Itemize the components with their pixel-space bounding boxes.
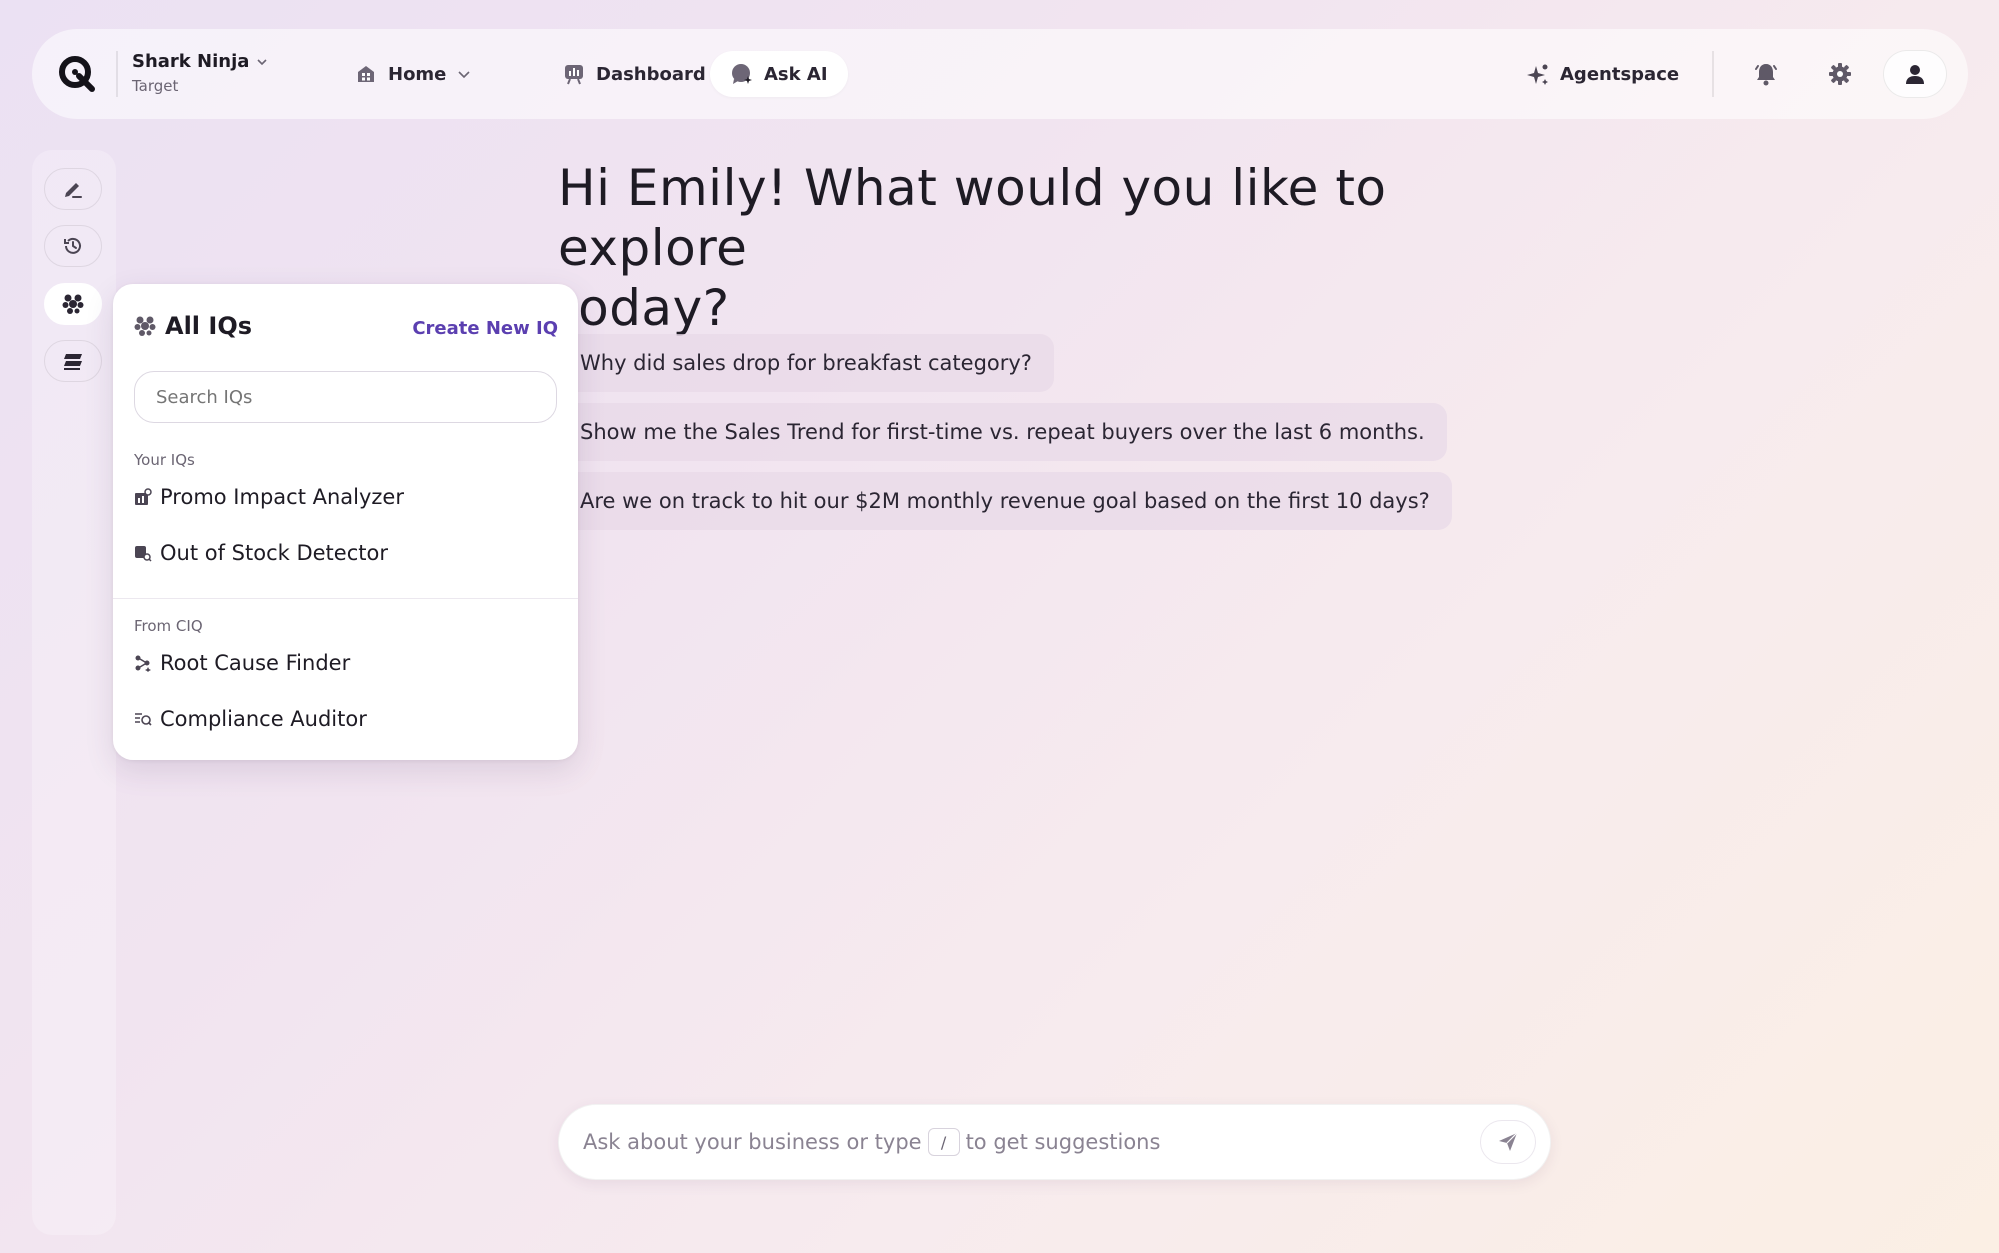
- pencil-icon: [65, 183, 82, 198]
- iq-item-promo-impact-analyzer[interactable]: Promo Impact Analyzer: [134, 485, 404, 509]
- your-iqs-heading: Your IQs: [134, 451, 195, 469]
- layers-icon: [64, 354, 82, 370]
- nav-dashboard[interactable]: Dashboard: [542, 51, 726, 97]
- slash-key-hint: /: [927, 1128, 960, 1156]
- iq-item-label: Out of Stock Detector: [160, 541, 388, 565]
- home-icon: [358, 66, 374, 82]
- page-title: Hi Emily! What would you like to explore…: [558, 158, 1458, 338]
- history-button[interactable]: [44, 225, 102, 267]
- create-new-iq-link[interactable]: Create New IQ: [412, 318, 558, 339]
- bell-icon: [1755, 64, 1777, 86]
- suggestion-chip[interactable]: Are we on track to hit our $2M monthly r…: [558, 472, 1452, 530]
- left-rail: [32, 150, 116, 1235]
- divider: [116, 51, 118, 97]
- agentspace-label: Agentspace: [1560, 63, 1680, 85]
- iq-item-label: Root Cause Finder: [160, 651, 351, 675]
- app-logo-icon[interactable]: [56, 53, 98, 95]
- profile-button[interactable]: [1883, 50, 1947, 98]
- new-chat-button[interactable]: [44, 168, 102, 210]
- iq-item-out-of-stock-detector[interactable]: Out of Stock Detector: [134, 541, 388, 565]
- history-icon: [64, 237, 81, 254]
- org-subtitle: Target: [132, 77, 179, 95]
- iqs-button[interactable]: [44, 283, 102, 325]
- gear-icon: [1829, 63, 1851, 85]
- divider: [113, 598, 578, 599]
- dashboard-icon: [565, 65, 583, 85]
- agentspace-button[interactable]: Agentspace: [1506, 51, 1699, 97]
- nav-ask-ai[interactable]: Ask AI: [710, 51, 848, 97]
- iq-item-root-cause-finder[interactable]: Root Cause Finder: [134, 651, 350, 675]
- org-switcher[interactable]: Shark Ninja Target: [132, 51, 269, 95]
- sparkle-icon: [1527, 64, 1548, 85]
- iq-icon: [134, 316, 156, 336]
- suggestion-chip[interactable]: Why did sales drop for breakfast categor…: [558, 334, 1054, 392]
- chart-icon: [135, 488, 152, 505]
- settings-button[interactable]: [1816, 50, 1864, 98]
- chevron-down-icon: [257, 58, 267, 65]
- headline-line-2: today?: [558, 279, 730, 337]
- iq-item-compliance-auditor[interactable]: Compliance Auditor: [134, 707, 367, 731]
- root-cause-icon: [135, 655, 151, 672]
- ask-placeholder-prefix: Ask about your business or type: [583, 1130, 922, 1154]
- iq-item-label: Compliance Auditor: [160, 707, 367, 731]
- suggestion-chip[interactable]: Show me the Sales Trend for first-time v…: [558, 403, 1447, 461]
- nav-home-label: Home: [388, 63, 447, 85]
- send-icon: [1499, 1132, 1518, 1151]
- iq-icon: [62, 294, 84, 314]
- notifications-button[interactable]: [1742, 50, 1790, 98]
- iq-search-input[interactable]: [134, 371, 557, 423]
- user-icon: [1906, 65, 1924, 84]
- iq-item-label: Promo Impact Analyzer: [160, 485, 404, 509]
- ask-ai-icon: [732, 64, 752, 84]
- ask-input[interactable]: Ask about your business or type / to get…: [558, 1104, 1551, 1180]
- top-bar: Shark Ninja Target Home Dashboard Ask AI: [32, 29, 1968, 119]
- org-name: Shark Ninja: [132, 51, 250, 72]
- send-button[interactable]: [1480, 1120, 1536, 1164]
- iq-panel: All IQs Create New IQ Your IQs Promo Imp…: [113, 284, 578, 760]
- chevron-down-icon: [458, 71, 470, 79]
- divider: [1712, 51, 1714, 97]
- data-layers-button[interactable]: [44, 340, 102, 382]
- nav-dashboard-label: Dashboard: [596, 63, 706, 85]
- from-ciq-heading: From CIQ: [134, 617, 203, 635]
- ask-input-placeholder: Ask about your business or type / to get…: [583, 1128, 1160, 1156]
- nav-home[interactable]: Home: [334, 51, 492, 97]
- audit-search-icon: [135, 713, 152, 726]
- nav-ask-ai-label: Ask AI: [764, 63, 828, 85]
- package-search-icon: [135, 546, 152, 562]
- headline-line-1: Hi Emily! What would you like to explore: [558, 159, 1387, 277]
- iq-panel-title: All IQs: [165, 312, 252, 340]
- ask-placeholder-suffix: to get suggestions: [965, 1130, 1161, 1154]
